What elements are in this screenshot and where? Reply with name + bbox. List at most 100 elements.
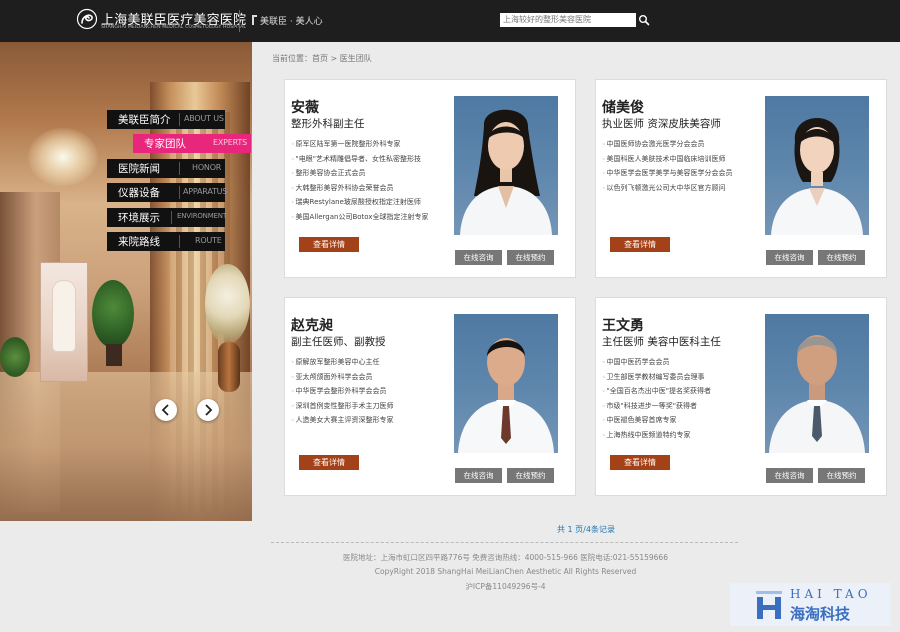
credential-item: 深圳首例变性整形手术主刀医师 — [291, 399, 439, 414]
online-consult-button[interactable]: 在线咨询 — [766, 468, 813, 483]
footer-icp[interactable]: 沪ICP备11049296号-4 — [272, 581, 739, 592]
haitao-logo-icon — [756, 591, 782, 619]
banner-floor — [0, 372, 252, 521]
footer-divider — [271, 542, 738, 543]
credential-item: 亚太颅颌面外科学会会员 — [291, 370, 439, 385]
logo-subtitle: SHANGHAI MEILIANCHEN MEDICAL COSMETOLOGY… — [101, 25, 247, 30]
online-appointment-button[interactable]: 在线预约 — [507, 250, 554, 265]
watermark-en: HAI TAO — [790, 587, 872, 601]
banner-chandelier — [28, 128, 98, 186]
doctor-photo[interactable] — [454, 314, 558, 453]
doctor-credentials: 原军区陆军第一医院整形外科专家 "电眼"艺术精雕倡导者、女性私密整形技 整形美容… — [291, 137, 439, 225]
doctor-name: 储美俊 — [602, 100, 644, 116]
credential-item: 卫生部医学教材编写委员会理事 — [602, 370, 750, 385]
doctor-title: 副主任医师、副教授 — [291, 336, 386, 348]
menu-item-label: 环境展示 — [118, 212, 160, 224]
credential-item: "全国百名杰出中医"提名奖获得者 — [602, 384, 750, 399]
slogan: 美联臣 · 美人心 — [252, 14, 323, 27]
banner-vase — [218, 342, 240, 392]
doctor-title: 整形外科副主任 — [291, 118, 365, 130]
online-consult-button[interactable]: 在线咨询 — [766, 250, 813, 265]
banner-poster — [40, 262, 88, 382]
menu-item-environment[interactable]: 环境展示 ENVIRONMENT — [107, 208, 227, 227]
swirl-logo-icon[interactable] — [76, 8, 98, 30]
search-input[interactable] — [500, 13, 636, 27]
watermark-cn: 海淘科技 — [790, 605, 851, 623]
chevron-right-icon — [205, 404, 213, 416]
doctor-photo[interactable] — [454, 96, 558, 235]
menu-item-experts[interactable]: 专家团队 EXPERTS — [133, 134, 251, 153]
doctor-credentials: 中国医师协会激光医学分会会员 美国科医人美肤技术中国临床培训医师 中华医学会医学… — [602, 137, 750, 195]
doctor-card: 王文勇 主任医师 美容中医科主任 中国中医药学会会员 卫生部医学教材编写委员会理… — [595, 297, 887, 496]
menu-item-label: 专家团队 — [144, 138, 186, 150]
online-consult-button[interactable]: 在线咨询 — [455, 468, 502, 483]
footer-address: 医院地址：上海市虹口区四平路776号 免费咨询热线：4000-515-966 医… — [343, 553, 668, 562]
credential-item: 原军区陆军第一医院整形外科专家 — [291, 137, 439, 152]
menu-separator — [179, 235, 180, 248]
quote-mark-icon — [252, 15, 257, 25]
doctor-card: 赵克昶 副主任医师、副教授 原解放军整形美容中心主任 亚太颅颌面外科学会会员 中… — [284, 297, 576, 496]
banner-prev-button[interactable] — [155, 399, 177, 421]
credential-item: 中华医学会医学美学与美容医学分会会员 — [602, 166, 750, 181]
credential-item: 上海热线中医频道特约专家 — [602, 428, 750, 443]
menu-item-en-label: ROUTE — [195, 236, 222, 245]
menu-separator — [171, 211, 172, 224]
view-details-button[interactable]: 查看详情 — [299, 455, 359, 470]
watermark: HAI TAO 海淘科技 — [730, 583, 891, 626]
doctor-name: 赵克昶 — [291, 318, 333, 334]
banner-plant-small — [0, 337, 30, 377]
doctor-portrait — [771, 118, 863, 235]
menu-item-en-label: APPARATUS — [183, 187, 228, 196]
banner-plant — [92, 280, 134, 348]
view-details-button[interactable]: 查看详情 — [610, 237, 670, 252]
menu-separator — [179, 186, 180, 199]
credential-item: "电眼"艺术精雕倡导者、女性私密整形技 — [291, 152, 439, 167]
site-header: 上海美联臣医疗美容医院 SHANGHAI MEILIANCHEN MEDICAL… — [0, 0, 900, 42]
doctor-name: 安薇 — [291, 100, 319, 116]
menu-separator — [179, 162, 180, 175]
menu-item-apparatus[interactable]: 仪器设备 APPARATUS — [107, 183, 228, 202]
credential-item: 美国Allergan公司Botox全球指定注射专家 — [291, 210, 439, 225]
view-details-button[interactable]: 查看详情 — [610, 455, 670, 470]
credential-item: 中国医师协会激光医学分会会员 — [602, 137, 750, 152]
menu-item-label: 来院路线 — [118, 236, 160, 248]
credential-item: 中医褪色美容首席专家 — [602, 413, 750, 428]
breadcrumb[interactable]: 当前位置：首页 > 医生团队 — [272, 53, 372, 64]
menu-item-about[interactable]: 美联臣简介 ABOUT US — [107, 110, 225, 129]
view-details-button[interactable]: 查看详情 — [299, 237, 359, 252]
banner-plant-pot — [106, 344, 122, 366]
menu-item-en-label: ABOUT US — [184, 114, 224, 123]
credential-item: 以色列飞顿激光公司大中华区官方顾问 — [602, 181, 750, 196]
online-appointment-button[interactable]: 在线预约 — [507, 468, 554, 483]
menu-item-news[interactable]: 医院新闻 HONOR — [107, 159, 225, 178]
menu-item-en-label: EXPERTS — [213, 138, 247, 147]
pagination-info: 共 1 页/4条记录 — [557, 525, 615, 534]
online-appointment-button[interactable]: 在线预约 — [818, 468, 865, 483]
credential-item: 美国科医人美肤技术中国临床培训医师 — [602, 152, 750, 167]
doctor-credentials: 原解放军整形美容中心主任 亚太颅颌面外科学会会员 中华医学会整形外科学会会员 深… — [291, 355, 439, 428]
doctor-portrait — [458, 338, 554, 453]
header-divider — [239, 10, 240, 32]
poster-figure — [53, 281, 75, 351]
credential-item: 原解放军整形美容中心主任 — [291, 355, 439, 370]
doctor-card: 储美俊 执业医师 资深皮肤美容师 中国医师协会激光医学分会会员 美国科医人美肤技… — [595, 79, 887, 278]
doctor-portrait — [460, 109, 552, 235]
menu-item-label: 美联臣简介 — [118, 114, 171, 126]
slogan-text: 美联臣 · 美人心 — [260, 17, 323, 27]
doctor-photo[interactable] — [765, 96, 869, 235]
menu-item-en-label: ENVIRONMENT — [177, 212, 227, 220]
online-appointment-button[interactable]: 在线预约 — [818, 250, 865, 265]
footer-copyright: CopyRight 2018 ShangHai MeiLianChen Aest… — [374, 567, 637, 576]
doctor-credentials: 中国中医药学会会员 卫生部医学教材编写委员会理事 "全国百名杰出中医"提名奖获得… — [602, 355, 750, 443]
doctor-photo[interactable] — [765, 314, 869, 453]
menu-item-label: 医院新闻 — [118, 163, 160, 175]
banner-next-button[interactable] — [197, 399, 219, 421]
menu-item-label: 仪器设备 — [118, 187, 160, 199]
chevron-left-icon — [161, 404, 169, 416]
menu-item-route[interactable]: 来院路线 ROUTE — [107, 232, 225, 251]
credential-item: 人造美女大赛主评资深整形专家 — [291, 413, 439, 428]
search-icon[interactable] — [638, 14, 650, 26]
doctor-name: 王文勇 — [602, 318, 644, 334]
online-consult-button[interactable]: 在线咨询 — [455, 250, 502, 265]
banner-flowers — [205, 264, 250, 344]
